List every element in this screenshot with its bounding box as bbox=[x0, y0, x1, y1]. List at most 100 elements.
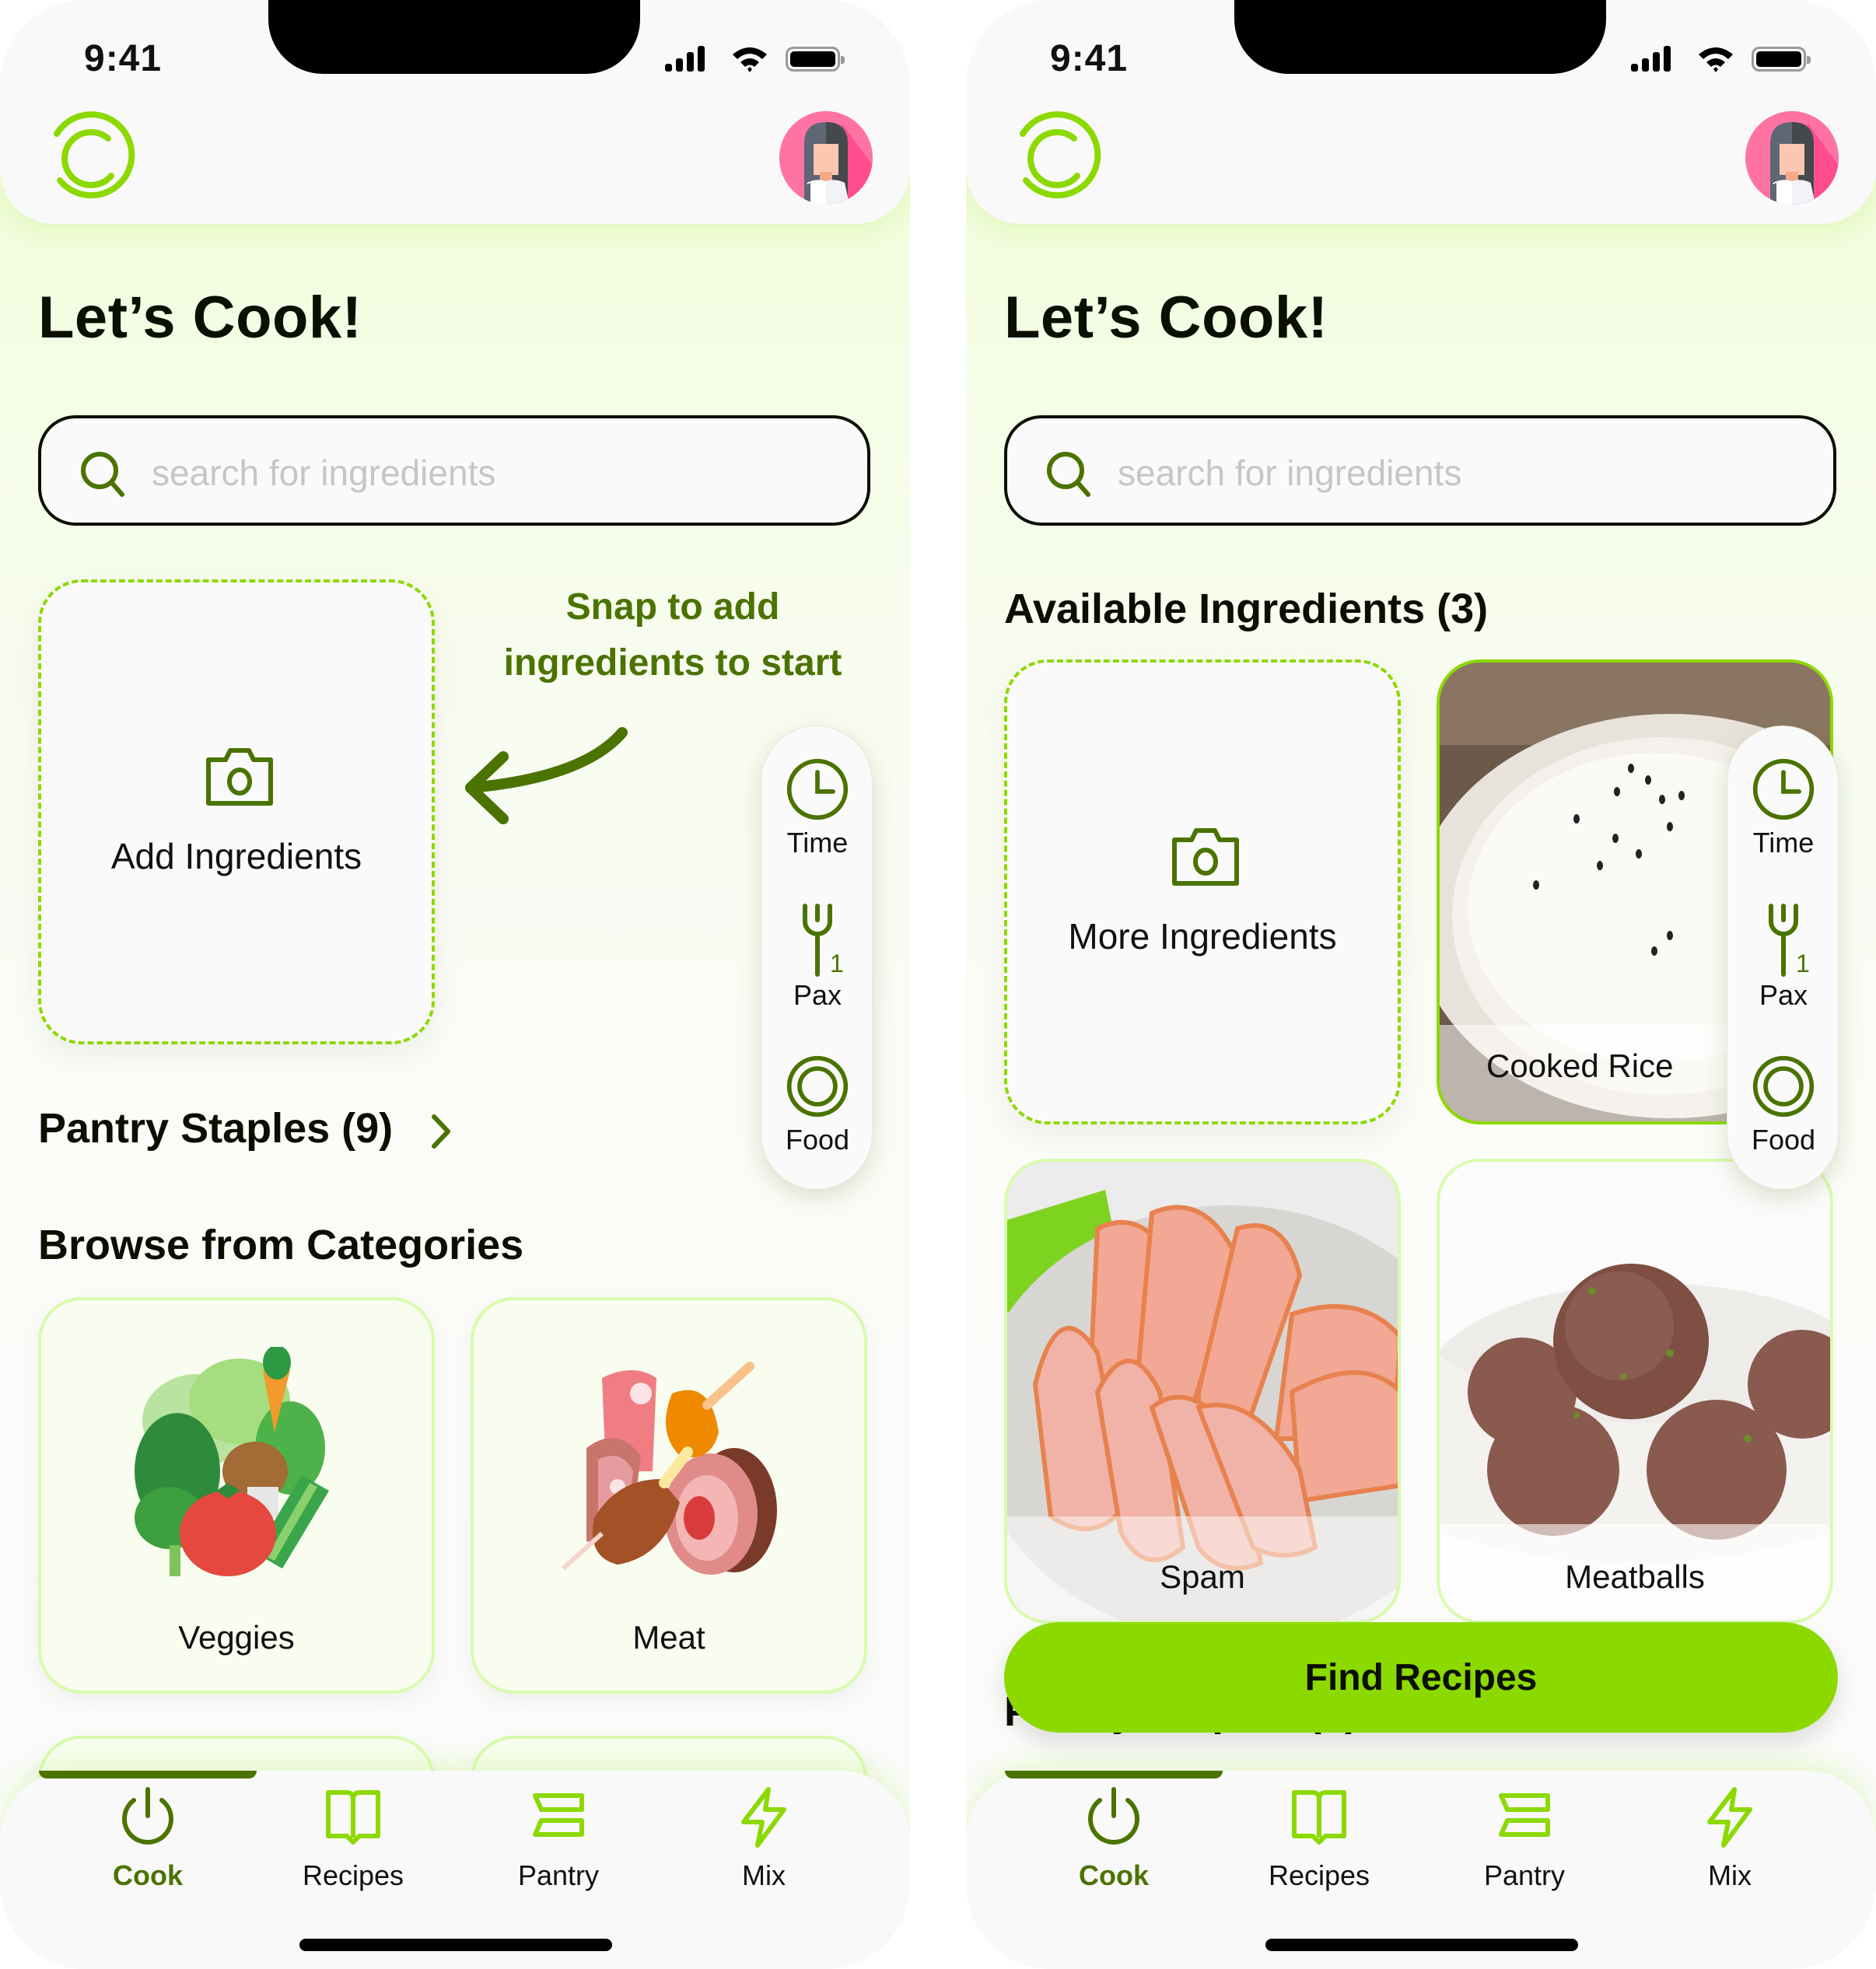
tab-recipes[interactable]: Recipes bbox=[250, 1786, 456, 1903]
tab-cook[interactable]: Cook bbox=[45, 1786, 250, 1903]
time-label: Time bbox=[1752, 827, 1815, 859]
available-ingredients-title: Available Ingredients (3) bbox=[1004, 586, 1489, 632]
pax-option[interactable]: 1 Pax bbox=[761, 901, 873, 1012]
active-tab-indicator bbox=[1005, 1771, 1223, 1778]
home-indicator[interactable] bbox=[1265, 1939, 1578, 1951]
food-option[interactable]: Food bbox=[1727, 1053, 1839, 1156]
device-notch bbox=[1234, 0, 1606, 74]
food-option[interactable]: Food bbox=[761, 1053, 873, 1156]
search-icon bbox=[79, 449, 128, 499]
page-title: Let’s Cook! bbox=[38, 285, 362, 351]
tab-pantry[interactable]: Pantry bbox=[1422, 1786, 1627, 1903]
battery-icon bbox=[786, 47, 845, 72]
tab-pantry[interactable]: Pantry bbox=[456, 1786, 661, 1903]
more-ingredients-card[interactable]: More Ingredients bbox=[1004, 659, 1401, 1124]
snap-hint-line2: ingredients to start bbox=[503, 642, 842, 684]
app-header: 9:41 bbox=[0, 0, 910, 224]
shelves-icon bbox=[1493, 1786, 1556, 1848]
clock-icon bbox=[1750, 756, 1817, 823]
active-tab-indicator bbox=[39, 1771, 257, 1778]
status-icons bbox=[1631, 45, 1818, 76]
options-pill: Time 1 Pax Food bbox=[761, 726, 873, 1190]
wifi-icon bbox=[1699, 47, 1733, 72]
vegetables-icon bbox=[135, 1347, 329, 1576]
tab-cook[interactable]: Cook bbox=[1011, 1786, 1216, 1903]
curved-arrow-icon bbox=[465, 727, 628, 824]
home-indicator[interactable] bbox=[299, 1939, 612, 1951]
ingredient-card-spam[interactable]: Spam bbox=[1004, 1159, 1401, 1624]
search-input[interactable] bbox=[150, 442, 838, 504]
status-time: 9:41 bbox=[1050, 38, 1129, 79]
pax-option[interactable]: 1 Pax bbox=[1727, 901, 1839, 1012]
pax-label: Pax bbox=[793, 979, 842, 1011]
search-input[interactable] bbox=[1116, 442, 1804, 504]
snap-hint-line1: Snap to add bbox=[565, 586, 780, 628]
battery-icon bbox=[1752, 47, 1811, 72]
pax-count: 1 bbox=[1796, 950, 1810, 978]
power-icon bbox=[1083, 1786, 1145, 1848]
ingredient-card-meatballs[interactable]: Meatballs bbox=[1437, 1159, 1833, 1624]
tab-label: Mix bbox=[1708, 1859, 1752, 1891]
pax-label: Pax bbox=[1759, 979, 1808, 1011]
camera-icon bbox=[202, 746, 277, 808]
lightning-icon bbox=[1699, 1786, 1761, 1848]
app-header: 9:41 bbox=[966, 0, 1876, 224]
more-ingredients-label: More Ingredients bbox=[1068, 916, 1337, 957]
tab-label: Pantry bbox=[517, 1859, 600, 1891]
food-label: Food bbox=[785, 1124, 850, 1156]
food-label: Food bbox=[1751, 1124, 1816, 1156]
power-icon bbox=[117, 1786, 179, 1848]
phone-screen-with-ingredients: 9:41 Let’s Cook! Available Ingredients (… bbox=[966, 0, 1876, 1969]
time-option[interactable]: Time bbox=[761, 756, 873, 859]
search-bar[interactable] bbox=[38, 415, 870, 526]
time-label: Time bbox=[786, 827, 849, 859]
add-ingredients-card[interactable]: Add Ingredients bbox=[38, 579, 435, 1044]
ingredient-label: Cooked Rice bbox=[1486, 1047, 1674, 1084]
page-title: Let’s Cook! bbox=[1004, 285, 1328, 351]
tab-mix[interactable]: Mix bbox=[661, 1786, 866, 1903]
user-avatar[interactable] bbox=[779, 111, 873, 205]
camera-icon bbox=[1168, 826, 1243, 888]
signal-icon bbox=[665, 45, 712, 72]
category-card-meat[interactable]: Meat bbox=[471, 1297, 867, 1694]
plate-icon bbox=[1750, 1053, 1817, 1120]
meatballs-photo bbox=[1440, 1162, 1830, 1621]
status-icons bbox=[665, 45, 852, 76]
options-pill: Time 1 Pax Food bbox=[1727, 726, 1839, 1190]
category-label: Veggies bbox=[178, 1619, 295, 1656]
app-logo-icon[interactable] bbox=[43, 109, 136, 202]
shelves-icon bbox=[527, 1786, 590, 1848]
clock-icon bbox=[784, 756, 851, 823]
tab-label: Recipes bbox=[1268, 1859, 1370, 1891]
category-card-veggies[interactable]: Veggies bbox=[38, 1297, 435, 1694]
chevron-right-icon[interactable] bbox=[429, 1112, 453, 1151]
meat-icon bbox=[561, 1362, 777, 1575]
add-ingredients-label: Add Ingredients bbox=[110, 836, 362, 876]
tab-label: Mix bbox=[742, 1859, 786, 1891]
time-option[interactable]: Time bbox=[1727, 756, 1839, 859]
tab-label: Pantry bbox=[1483, 1859, 1566, 1891]
tab-mix[interactable]: Mix bbox=[1627, 1786, 1832, 1903]
find-recipes-button[interactable]: Find Recipes bbox=[1004, 1622, 1838, 1733]
book-icon bbox=[322, 1786, 384, 1848]
tab-label: Cook bbox=[113, 1859, 183, 1891]
pantry-staples-title: Pantry Staples (9) bbox=[38, 1105, 394, 1152]
ingredient-label: Spam bbox=[1160, 1558, 1245, 1595]
pax-count: 1 bbox=[830, 950, 844, 978]
categories-title: Browse from Categories bbox=[38, 1222, 524, 1268]
signal-icon bbox=[1631, 45, 1678, 72]
wifi-icon bbox=[733, 47, 767, 72]
pantry-staples-link[interactable]: Pantry Staples (9) bbox=[38, 1104, 393, 1152]
ingredient-label: Meatballs bbox=[1565, 1558, 1705, 1595]
app-logo-icon[interactable] bbox=[1009, 109, 1102, 202]
device-notch bbox=[268, 0, 640, 74]
search-icon bbox=[1045, 449, 1094, 499]
tab-label: Cook bbox=[1079, 1859, 1149, 1891]
search-bar[interactable] bbox=[1004, 415, 1836, 526]
tab-recipes[interactable]: Recipes bbox=[1216, 1786, 1422, 1903]
lightning-icon bbox=[733, 1786, 795, 1848]
snap-hint: Snap to add ingredients to start bbox=[467, 579, 879, 691]
book-icon bbox=[1288, 1786, 1350, 1848]
user-avatar[interactable] bbox=[1745, 111, 1839, 205]
status-time: 9:41 bbox=[84, 38, 163, 79]
